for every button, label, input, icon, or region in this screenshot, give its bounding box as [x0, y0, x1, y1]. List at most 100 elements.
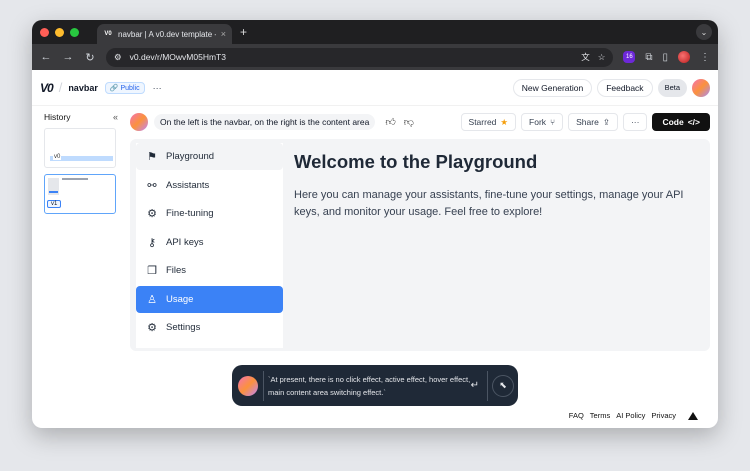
- new-tab-button[interactable]: +: [240, 25, 247, 39]
- nav-item-label: Playground: [166, 151, 215, 162]
- nav-item-files[interactable]: ❐ Files: [136, 257, 283, 284]
- app-header: V0 / navbar 🔗 Public ··· New Generation …: [32, 70, 718, 106]
- preview-sidebar: ⚑ Playground ⚯ Assistants ⚙ Fine-tuning …: [136, 143, 283, 348]
- content-heading: Welcome to the Playground: [294, 151, 538, 172]
- main-area: On the left is the navbar, on the right …: [130, 112, 710, 132]
- v0-favicon-icon: V0: [104, 31, 112, 37]
- divider: [487, 370, 488, 401]
- footer-link-privacy[interactable]: Privacy: [651, 411, 676, 420]
- thumbs-up-icon[interactable]: 👍︎: [385, 116, 395, 128]
- v0-logo[interactable]: V0: [40, 81, 54, 95]
- nav-item-usage[interactable]: ♙ Usage: [136, 285, 283, 313]
- more-actions-button[interactable]: ···: [622, 113, 648, 131]
- project-more-button[interactable]: ···: [153, 83, 162, 93]
- starred-label: Starred: [468, 117, 497, 127]
- visibility-badge[interactable]: 🔗 Public: [104, 81, 145, 94]
- share-label: Share: [576, 117, 599, 127]
- history-header: History «: [44, 112, 118, 122]
- generation-actions: Starred ★ Fork ⑂ Share ⇪ ··· Code </>: [460, 113, 710, 131]
- browser-window: V0 navbar | A v0.dev template - × + ⌄ ← …: [32, 20, 718, 428]
- forward-icon[interactable]: →: [62, 51, 74, 63]
- nav-item-settings[interactable]: ⚙ Settings: [136, 314, 283, 341]
- nav-item-assistants[interactable]: ⚯ Assistants: [136, 172, 283, 199]
- settings-icon: ⚙: [147, 322, 157, 334]
- history-version-v1[interactable]: v1: [44, 174, 116, 214]
- site-info-icon[interactable]: ⚙: [114, 52, 122, 63]
- history-version-v0[interactable]: v0: [44, 128, 116, 168]
- key-icon: ⚷: [147, 236, 157, 249]
- chat-input[interactable]: `At present, there is no click effect, a…: [264, 373, 471, 399]
- history-title: History: [44, 112, 71, 122]
- nav-item-label: Assistants: [166, 179, 210, 191]
- header-actions: New Generation Feedback Beta: [512, 78, 710, 97]
- nav-item-label: Usage: [166, 293, 194, 305]
- vercel-logo-icon[interactable]: [688, 411, 698, 420]
- window-controls: [40, 27, 79, 37]
- browser-tab[interactable]: V0 navbar | A v0.dev template - ×: [97, 24, 232, 44]
- tab-search-icon[interactable]: ⌄: [696, 24, 712, 40]
- version-label: v0: [53, 154, 62, 160]
- thumb-heading: [62, 178, 88, 180]
- flag-icon: ⚑: [147, 151, 157, 163]
- prompt-text: On the left is the navbar, on the right …: [154, 114, 376, 130]
- address-bar: ← → ↻ ⚙ v0.dev/r/MOwvM05HmT3 文 ☆ 16 ⧉ ▯ …: [32, 44, 718, 70]
- bookmark-star-icon[interactable]: ☆: [598, 52, 606, 63]
- close-tab-icon[interactable]: ×: [221, 29, 226, 39]
- version-label: v1: [47, 200, 62, 208]
- tab-bar: V0 navbar | A v0.dev template - × + ⌄: [32, 20, 718, 44]
- fork-icon: ⑂: [550, 117, 556, 127]
- enter-icon[interactable]: ↵: [471, 380, 479, 391]
- pick-element-icon[interactable]: ⬉: [492, 374, 514, 397]
- link-icon: ⚯: [147, 179, 157, 192]
- footer-link-ai-policy[interactable]: AI Policy: [616, 411, 645, 420]
- feedback-button[interactable]: Feedback: [597, 78, 653, 97]
- nav-item-label: Fine-tuning: [166, 208, 214, 219]
- url-field[interactable]: ⚙ v0.dev/r/MOwvM05HmT3 文 ☆: [106, 47, 614, 67]
- gear-icon: ⚙: [147, 208, 157, 220]
- user-avatar[interactable]: [692, 78, 710, 97]
- code-button[interactable]: Code </>: [652, 113, 710, 131]
- chat-avatar: [238, 375, 258, 396]
- extensions-puzzle-icon[interactable]: ⧉: [645, 52, 652, 63]
- url-text: v0.dev/r/MOwvM05HmT3: [129, 52, 226, 62]
- extensions-area: 16 ⧉ ▯ ⋮: [623, 51, 710, 63]
- share-icon: ⇪: [602, 116, 610, 127]
- nav-item-playground[interactable]: ⚑ Playground: [136, 143, 283, 170]
- share-button[interactable]: Share ⇪: [568, 113, 618, 131]
- browser-menu-icon[interactable]: ⋮: [700, 52, 710, 63]
- breadcrumb-separator: /: [58, 80, 63, 95]
- footer-links: FAQ Terms AI Policy Privacy: [569, 411, 698, 420]
- project-name[interactable]: navbar: [68, 83, 98, 93]
- extension-badge-icon[interactable]: 16: [623, 51, 636, 63]
- footer-link-terms[interactable]: Terms: [590, 411, 610, 420]
- beta-badge[interactable]: Beta: [657, 78, 687, 97]
- thumbs-down-icon[interactable]: 👎︎: [404, 116, 414, 128]
- content-body: Here you can manage your assistants, fin…: [294, 189, 684, 218]
- back-icon[interactable]: ←: [40, 51, 52, 63]
- translate-icon[interactable]: 文: [581, 51, 590, 63]
- star-icon: ★: [500, 116, 509, 127]
- nav-item-api-keys[interactable]: ⚷ API keys: [136, 229, 283, 256]
- preview-content: Welcome to the Playground Here you can m…: [294, 151, 698, 221]
- new-generation-button[interactable]: New Generation: [512, 78, 593, 97]
- fork-button[interactable]: Fork ⑂: [521, 113, 564, 131]
- fork-label: Fork: [529, 117, 547, 127]
- nav-item-label: Files: [166, 265, 187, 276]
- history-panel: History « v0 v1: [44, 112, 118, 214]
- maximize-window-button[interactable]: [70, 27, 79, 37]
- profile-avatar-icon[interactable]: [678, 51, 690, 63]
- code-label: Code: [662, 117, 684, 127]
- collapse-history-icon[interactable]: «: [113, 112, 118, 122]
- footer-link-faq[interactable]: FAQ: [569, 411, 584, 420]
- sidebar-toggle-icon[interactable]: ▯: [662, 52, 668, 63]
- prompt-row: On the left is the navbar, on the right …: [130, 112, 710, 132]
- starred-button[interactable]: Starred ★: [460, 113, 517, 131]
- code-icon: </>: [687, 117, 700, 127]
- nav-item-fine-tuning[interactable]: ⚙ Fine-tuning: [136, 200, 283, 227]
- minimize-window-button[interactable]: [55, 27, 64, 37]
- close-window-button[interactable]: [40, 27, 49, 37]
- nav-item-label: API keys: [166, 236, 204, 248]
- reload-icon[interactable]: ↻: [84, 51, 96, 64]
- chat-input-bar: `At present, there is no click effect, a…: [232, 365, 518, 406]
- thumb-selected: [49, 191, 58, 193]
